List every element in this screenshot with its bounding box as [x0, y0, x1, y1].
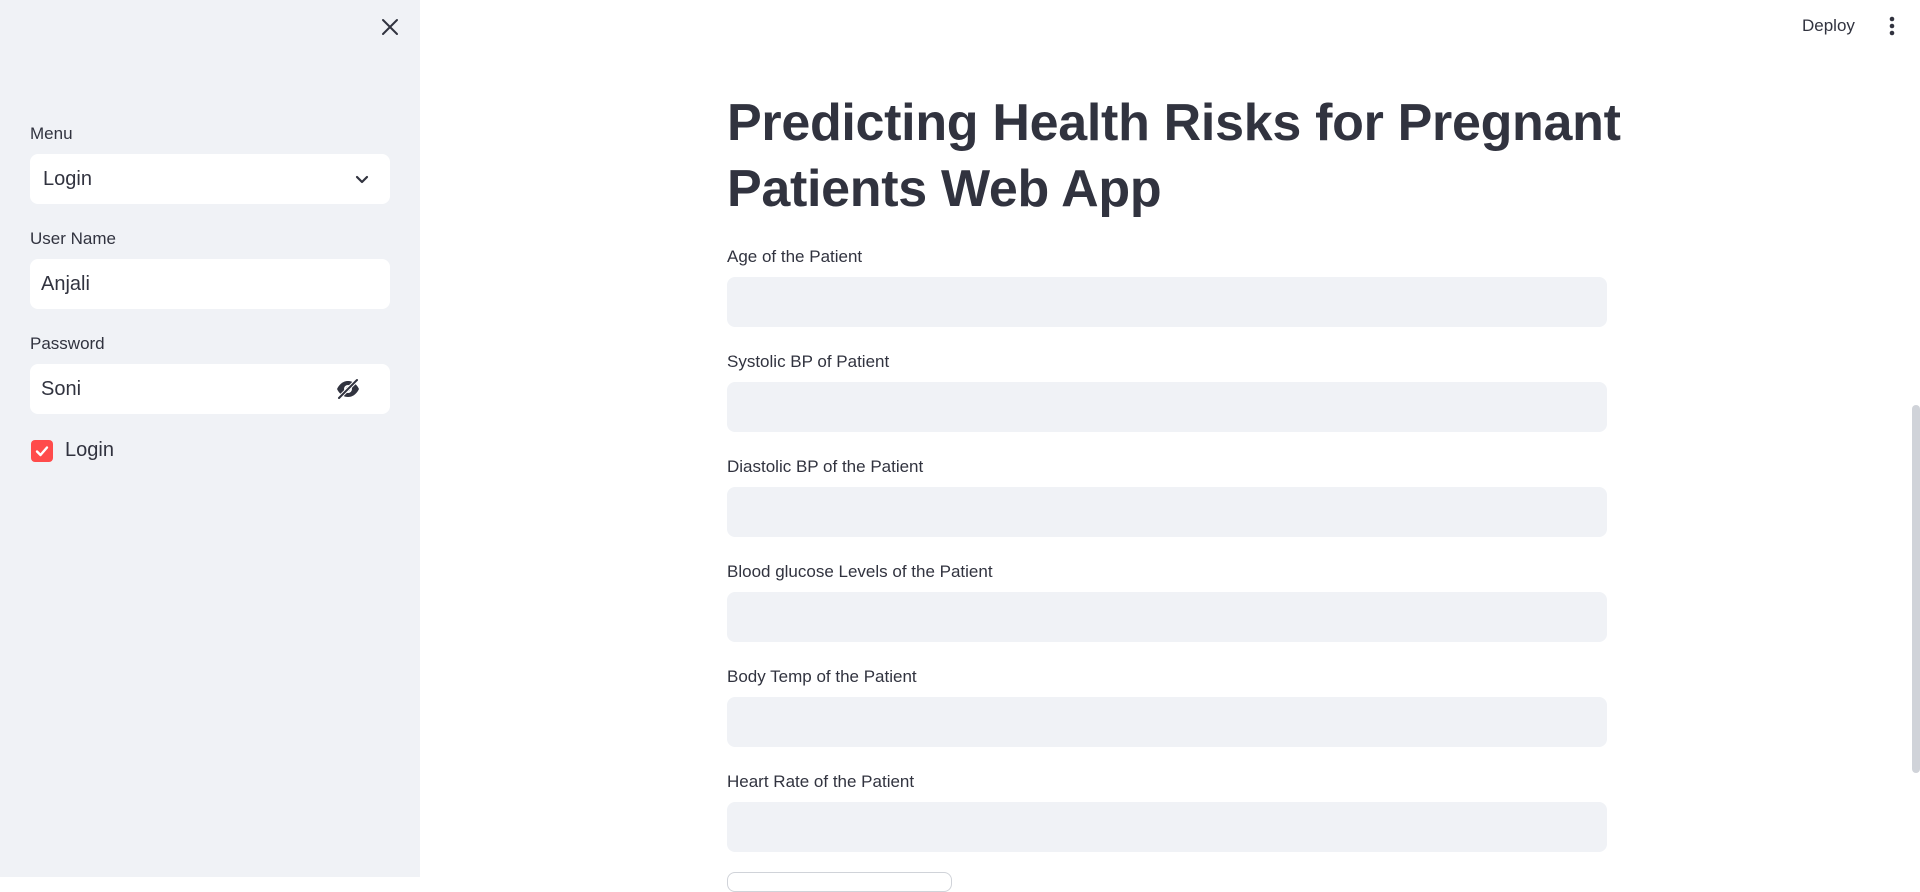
username-value: Anjali [41, 272, 90, 295]
username-field[interactable]: Anjali [30, 259, 390, 309]
check-icon[interactable] [31, 439, 53, 462]
menu-selected-value: Login [43, 167, 92, 190]
body-temp-label: Body Temp of the Patient [727, 667, 917, 686]
close-icon[interactable] [378, 15, 402, 39]
scrollbar[interactable] [1912, 405, 1920, 773]
login-checkbox[interactable]: Login [31, 439, 114, 462]
body-temp-input[interactable] [727, 697, 1607, 747]
eye-slash-icon[interactable] [334, 375, 362, 403]
page-title: Predicting Health Risks for Pregnant Pat… [727, 94, 1621, 218]
blood-glucose-label: Blood glucose Levels of the Patient [727, 562, 993, 581]
age-input[interactable] [727, 277, 1607, 327]
diastolic-bp-label: Diastolic BP of the Patient [727, 457, 924, 476]
sidebar: Menu Login User Name Anjali Password Son… [0, 0, 420, 877]
password-label: Password [30, 334, 105, 353]
submit-button[interactable] [727, 872, 952, 892]
menu-select[interactable]: Login [30, 154, 390, 204]
heart-rate-input[interactable] [727, 802, 1607, 852]
password-value: Soni [41, 377, 82, 400]
more-vertical-icon[interactable] [1880, 14, 1904, 38]
password-field[interactable]: Soni [30, 364, 390, 414]
username-label: User Name [30, 229, 116, 248]
login-checkbox-label: Login [65, 439, 114, 461]
systolic-bp-label: Systolic BP of Patient [727, 352, 890, 371]
blood-glucose-input[interactable] [727, 592, 1607, 642]
systolic-bp-input[interactable] [727, 382, 1607, 432]
heart-rate-label: Heart Rate of the Patient [727, 772, 915, 791]
diastolic-bp-input[interactable] [727, 487, 1607, 537]
age-label: Age of the Patient [727, 247, 863, 266]
menu-label: Menu [30, 124, 73, 143]
deploy-button[interactable]: Deploy [1798, 14, 1859, 38]
chevron-down-icon [352, 169, 372, 189]
